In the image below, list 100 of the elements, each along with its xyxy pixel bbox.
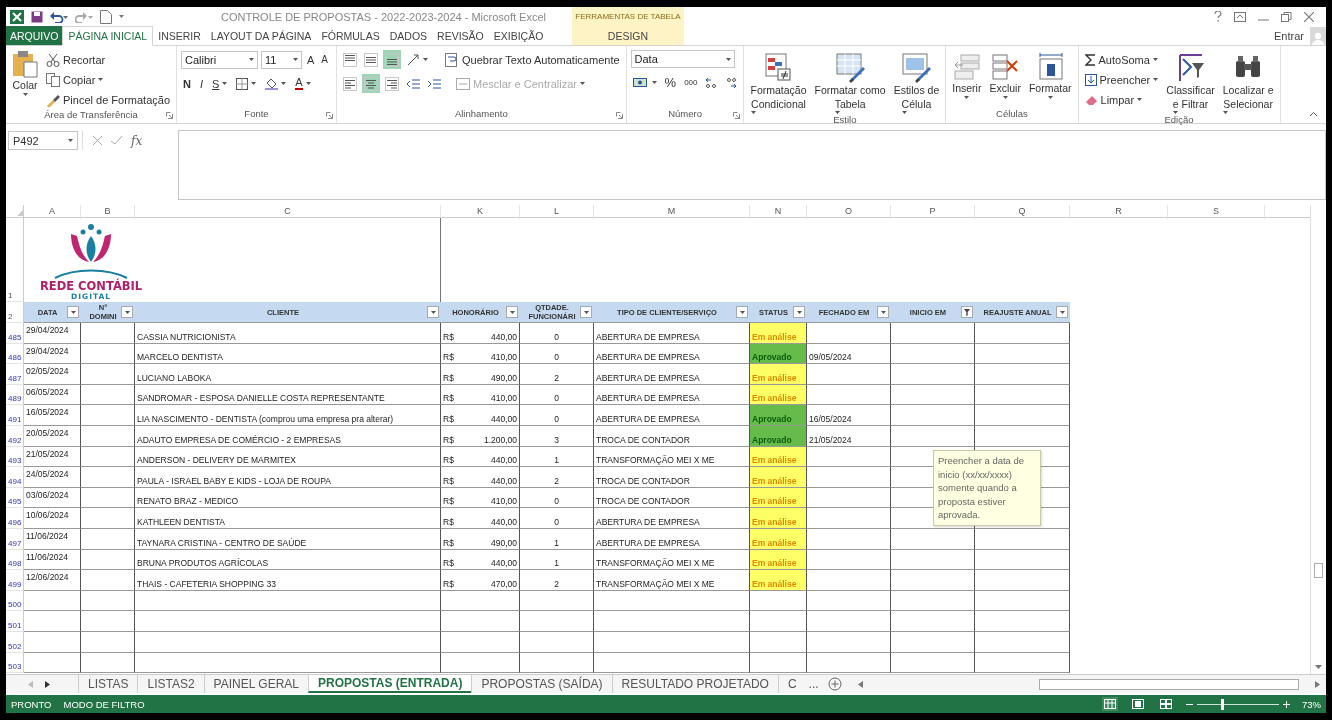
copy-button[interactable]: Copiar <box>44 70 172 89</box>
ribbon-tab[interactable]: DADOS <box>384 26 433 45</box>
undo-icon[interactable] <box>50 10 68 23</box>
font-name-field[interactable]: Calibri <box>181 50 258 69</box>
style-button[interactable]: Formatar como Tabela <box>812 50 888 114</box>
filter-button[interactable] <box>793 306 805 318</box>
underline-button[interactable]: S <box>210 74 230 93</box>
save-icon[interactable] <box>31 10 43 23</box>
bold-button[interactable]: N <box>181 74 193 93</box>
italic-button[interactable]: I <box>197 74 205 93</box>
ribbon-tab[interactable]: INSERIR <box>153 26 206 45</box>
row-header[interactable]: 502 <box>6 631 24 653</box>
column-header[interactable]: S <box>1168 205 1265 219</box>
sheet-tab[interactable]: PROPOSTAS (SAÍDA) <box>471 675 612 693</box>
row-header[interactable]: 501 <box>6 611 24 632</box>
cells-button[interactable]: Formatar <box>1026 50 1074 108</box>
cells-button[interactable]: Inserir <box>950 50 984 108</box>
filter-button[interactable] <box>961 306 973 318</box>
customize-caret-icon[interactable] <box>119 14 124 19</box>
filter-button[interactable] <box>877 306 889 318</box>
scroll-right-icon[interactable] <box>45 680 50 688</box>
ribbon-tab[interactable]: EXIBIÇÃO <box>488 26 549 45</box>
column-header[interactable]: Q <box>975 205 1070 219</box>
row-header[interactable]: 493 <box>6 446 24 468</box>
row-header[interactable]: 499 <box>6 570 24 591</box>
horizontal-align-button[interactable] <box>362 74 380 93</box>
column-header[interactable]: C <box>135 205 441 219</box>
percent-button[interactable]: % <box>662 73 679 92</box>
column-header[interactable]: L <box>520 205 594 219</box>
ribbon-tab[interactable]: ARQUIVO <box>6 26 63 45</box>
filter-button[interactable] <box>67 306 79 318</box>
view-button[interactable] <box>1158 697 1174 711</box>
view-button[interactable] <box>1102 697 1118 711</box>
style-button[interactable]: Estilos de Célula <box>891 50 942 114</box>
column-header[interactable]: A <box>24 205 81 219</box>
font-color-button[interactable]: A <box>293 74 313 93</box>
row-header[interactable]: 487 <box>6 364 24 385</box>
thousands-button[interactable]: 000 <box>682 73 700 92</box>
filter-button[interactable] <box>736 306 748 318</box>
ribbon-tab[interactable]: FÓRMULAS <box>316 26 385 45</box>
column-header[interactable]: B <box>81 205 135 219</box>
ribbon-tab[interactable]: REVISÃO <box>432 26 489 45</box>
name-box[interactable]: P492 <box>8 131 78 150</box>
ribbon-tab[interactable]: PÁGINA INICIAL <box>62 26 154 46</box>
view-button[interactable] <box>1130 697 1146 711</box>
scrollbar-thumb[interactable] <box>1314 563 1323 578</box>
editing-button[interactable]: Localizar e Selecionar <box>1220 50 1276 114</box>
sheet-tab[interactable]: LISTAS <box>78 675 138 693</box>
column-header[interactable]: M <box>594 205 750 219</box>
column-header[interactable]: N <box>750 205 807 219</box>
dialog-launcher-icon[interactable] <box>615 112 623 119</box>
cut-button[interactable]: Recortar <box>44 50 172 69</box>
shrink-font-button[interactable]: A <box>319 50 330 69</box>
wrap-text-button[interactable]: Quebrar Texto Automaticamente <box>443 50 622 69</box>
sheet-tab[interactable]: C <box>777 675 806 693</box>
ribbon-tab[interactable]: DESIGN <box>572 26 684 45</box>
scroll-left-icon[interactable] <box>857 680 863 688</box>
grow-font-button[interactable]: A <box>305 50 317 69</box>
more-sheets-button[interactable]: ... <box>805 675 822 693</box>
vertical-align-button[interactable] <box>383 50 401 69</box>
filter-button[interactable] <box>121 306 133 318</box>
vertical-scrollbar[interactable] <box>1310 205 1326 674</box>
font-size-field[interactable]: 11 <box>261 50 302 69</box>
spreadsheet-app-icon[interactable] <box>10 9 24 24</box>
row-header[interactable]: 491 <box>6 405 24 426</box>
horizontal-align-button[interactable] <box>383 74 401 93</box>
format-painter-button[interactable]: Pincel de Formatação <box>44 90 172 109</box>
new-document-icon[interactable] <box>100 9 112 24</box>
vertical-align-button[interactable] <box>341 50 359 69</box>
number-format-field[interactable]: Data <box>630 50 735 68</box>
insert-function-button[interactable]: fx <box>131 131 143 150</box>
close-icon[interactable] <box>1304 11 1314 22</box>
horizontal-align-button[interactable] <box>341 74 359 93</box>
column-header[interactable]: R <box>1070 205 1168 219</box>
column-header[interactable]: O <box>807 205 891 219</box>
ribbon-tab[interactable]: LAYOUT DA PÁGINA <box>205 26 317 45</box>
style-button[interactable]: Formatação Condicional <box>748 50 809 114</box>
sheet-tab[interactable]: LISTAS2 <box>137 675 204 693</box>
dialog-launcher-icon[interactable] <box>326 112 333 119</box>
row-header[interactable]: 1 <box>6 218 24 302</box>
row-header[interactable]: 492 <box>6 425 24 447</box>
formula-input[interactable] <box>178 130 1326 200</box>
scroll-down-icon[interactable] <box>1315 665 1322 670</box>
row-header[interactable]: 485 <box>6 323 24 344</box>
row-header[interactable]: 495 <box>6 487 24 509</box>
zoom-level[interactable]: 73% <box>1302 698 1321 710</box>
sheet-tab[interactable]: RESULTADO PROJETADO <box>611 675 778 693</box>
sheet-tab[interactable]: PROPOSTAS (ENTRADA) <box>308 675 472 693</box>
column-header[interactable]: K <box>441 205 520 219</box>
fill-button[interactable]: Preencher <box>1082 70 1161 89</box>
scrollbar-thumb[interactable] <box>1039 678 1299 690</box>
zoom-in-icon[interactable] <box>1283 700 1290 708</box>
sheet-tab[interactable]: PAINEL GERAL <box>203 675 308 693</box>
row-header[interactable]: 496 <box>6 508 24 529</box>
zoom-slider-thumb[interactable] <box>1220 698 1224 710</box>
row-header[interactable]: 494 <box>6 467 24 488</box>
filter-button[interactable] <box>427 306 439 318</box>
cells-button[interactable]: Excluir <box>987 50 1023 108</box>
dialog-launcher-icon[interactable] <box>166 112 173 119</box>
filter-button[interactable] <box>580 306 592 318</box>
